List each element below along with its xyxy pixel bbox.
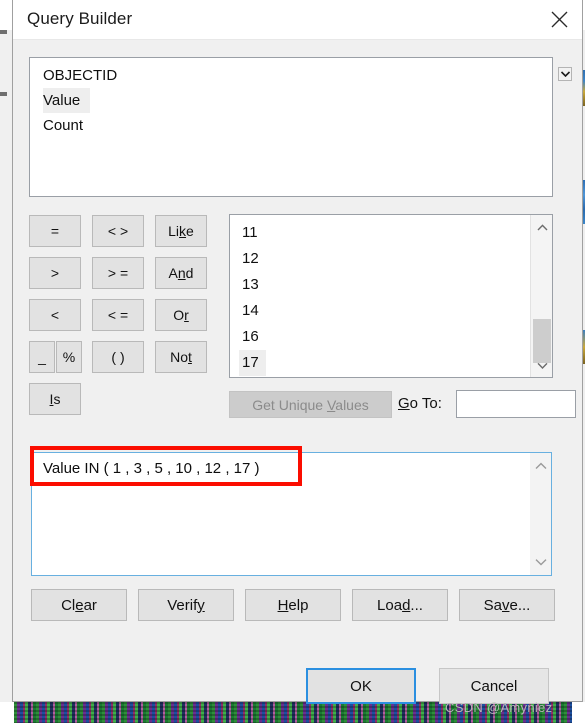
operator-row-2: > > = And bbox=[29, 257, 219, 289]
verify-label: Verify bbox=[167, 596, 205, 614]
field-list-dropdown-button[interactable] bbox=[558, 67, 572, 81]
operator-or-button[interactable]: Or bbox=[155, 299, 207, 331]
value-label: 13 bbox=[242, 276, 259, 293]
ok-button[interactable]: OK bbox=[306, 668, 416, 704]
operator-greater-than-button[interactable]: > bbox=[29, 257, 81, 289]
value-label: 12 bbox=[242, 250, 259, 267]
get-unique-values-label: Get Unique Values bbox=[252, 396, 369, 413]
list-item[interactable]: 13 bbox=[230, 272, 530, 298]
field-list-item-objectid[interactable]: OBJECTID bbox=[30, 63, 552, 88]
operator-like-button[interactable]: Like bbox=[155, 215, 207, 247]
list-item[interactable]: 16 bbox=[230, 324, 530, 350]
clear-label: Clear bbox=[61, 596, 97, 614]
title-bar: Query Builder bbox=[13, 0, 582, 40]
operator-button-pad: = < > Like > > = And < < = Or _ % ( ) No… bbox=[29, 215, 219, 425]
operator-is-button[interactable]: Is bbox=[29, 383, 81, 415]
operator-underscore-button[interactable]: _ bbox=[29, 341, 55, 373]
go-to-input[interactable] bbox=[456, 390, 576, 418]
load-button[interactable]: Load... bbox=[352, 589, 448, 621]
watermark: CSDN @Amyniez bbox=[445, 700, 553, 715]
value-label: 11 bbox=[242, 224, 258, 241]
unique-values-list[interactable]: 11 12 13 14 16 17 bbox=[229, 214, 553, 378]
save-label: Save... bbox=[483, 596, 531, 614]
operator-parentheses-button[interactable]: ( ) bbox=[92, 341, 144, 373]
save-button[interactable]: Save... bbox=[459, 589, 555, 621]
verify-button[interactable]: Verify bbox=[138, 589, 234, 621]
field-list[interactable]: OBJECTID Value Count bbox=[29, 57, 553, 197]
operator-like-label: Like bbox=[168, 223, 194, 239]
operator-and-button[interactable]: And bbox=[155, 257, 207, 289]
page-title: Query Builder bbox=[27, 9, 133, 28]
close-icon[interactable] bbox=[536, 0, 582, 38]
help-label: Help bbox=[277, 596, 309, 614]
cancel-button[interactable]: Cancel bbox=[439, 668, 549, 704]
query-builder-dialog: Query Builder OBJECTID Value Count = < >… bbox=[12, 0, 583, 715]
operator-greater-equal-button[interactable]: > = bbox=[92, 257, 144, 289]
operator-row-4: _ % ( ) Not bbox=[29, 341, 219, 373]
unique-values-items: 11 12 13 14 16 17 bbox=[230, 220, 530, 376]
operator-percent-button[interactable]: % bbox=[56, 341, 82, 373]
chevron-down-icon bbox=[560, 71, 570, 77]
query-expression-text: Value IN ( 1 , 3 , 5 , 10 , 12 , 17 ) bbox=[43, 460, 260, 477]
field-list-item-value-label: Value bbox=[43, 88, 91, 113]
chevron-down-icon[interactable] bbox=[530, 552, 551, 572]
list-item-selected[interactable]: 17 bbox=[230, 350, 530, 376]
operator-row-1: = < > Like bbox=[29, 215, 219, 247]
query-scrollbar[interactable] bbox=[530, 453, 551, 575]
operator-and-label: And bbox=[168, 265, 194, 281]
operator-row-5: Is bbox=[29, 383, 219, 415]
chevron-down-icon[interactable] bbox=[531, 355, 552, 375]
operator-not-equals-button[interactable]: < > bbox=[92, 215, 144, 247]
operator-not-button[interactable]: Not bbox=[155, 341, 207, 373]
list-item[interactable]: 12 bbox=[230, 246, 530, 272]
operator-equals-button[interactable]: = bbox=[29, 215, 81, 247]
clear-button[interactable]: Clear bbox=[31, 589, 127, 621]
chevron-up-icon[interactable] bbox=[531, 217, 552, 237]
unique-values-scrollbar[interactable] bbox=[530, 215, 552, 377]
load-label: Load... bbox=[377, 596, 423, 614]
list-item[interactable]: 11 bbox=[230, 220, 530, 246]
operator-row-3: < < = Or bbox=[29, 299, 219, 331]
chevron-up-icon[interactable] bbox=[530, 456, 551, 476]
value-label: 17 bbox=[239, 350, 266, 376]
field-list-item-value[interactable]: Value bbox=[30, 88, 552, 113]
list-item[interactable]: 14 bbox=[230, 298, 530, 324]
field-list-item-count[interactable]: Count bbox=[30, 113, 552, 138]
go-to-label: Go To: bbox=[398, 395, 442, 412]
operator-is-label: Is bbox=[49, 391, 61, 407]
action-button-row: Clear Verify Help Load... Save... bbox=[31, 589, 555, 621]
help-button[interactable]: Help bbox=[245, 589, 341, 621]
operator-or-label: Or bbox=[173, 307, 189, 323]
operator-less-equal-button[interactable]: < = bbox=[92, 299, 144, 331]
get-unique-values-button[interactable]: Get Unique Values bbox=[229, 391, 392, 418]
operator-not-label: Not bbox=[170, 349, 192, 365]
operator-less-than-button[interactable]: < bbox=[29, 299, 81, 331]
query-expression-textarea[interactable]: Value IN ( 1 , 3 , 5 , 10 , 12 , 17 ) bbox=[31, 452, 552, 576]
value-label: 16 bbox=[242, 328, 259, 345]
value-label: 14 bbox=[242, 302, 259, 319]
